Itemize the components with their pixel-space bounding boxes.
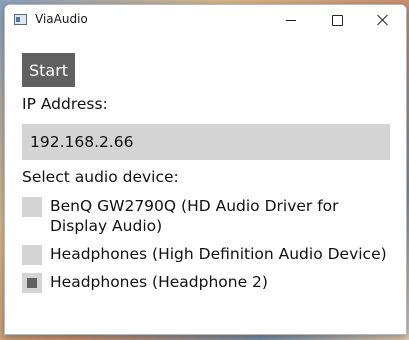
close-icon	[377, 14, 389, 26]
ip-address-field[interactable]: 192.168.2.66	[22, 124, 390, 160]
audio-device-label: Select audio device:	[22, 168, 179, 186]
device-checkbox[interactable]	[22, 245, 42, 265]
maximize-button[interactable]	[314, 5, 360, 35]
device-checkbox[interactable]	[22, 197, 42, 217]
start-button[interactable]: Start	[22, 53, 75, 87]
title-bar[interactable]: ViaAudio	[5, 5, 406, 35]
minimize-icon	[286, 19, 296, 21]
ip-address-label: IP Address:	[22, 95, 108, 113]
app-window: ViaAudio Start IP Address: 192.168.2.66 …	[4, 4, 407, 335]
device-option-label: Headphones (High Definition Audio Device…	[50, 245, 387, 263]
app-icon	[14, 14, 27, 25]
device-checkbox-checked[interactable]	[22, 273, 42, 293]
close-button[interactable]	[360, 5, 406, 35]
device-option-label: Headphones (Headphone 2)	[50, 273, 268, 291]
window-title: ViaAudio	[35, 12, 88, 26]
maximize-icon	[331, 14, 343, 26]
device-option-label: BenQ GW2790Q (HD Audio Driver for Displa…	[50, 197, 339, 235]
minimize-button[interactable]	[268, 5, 314, 35]
